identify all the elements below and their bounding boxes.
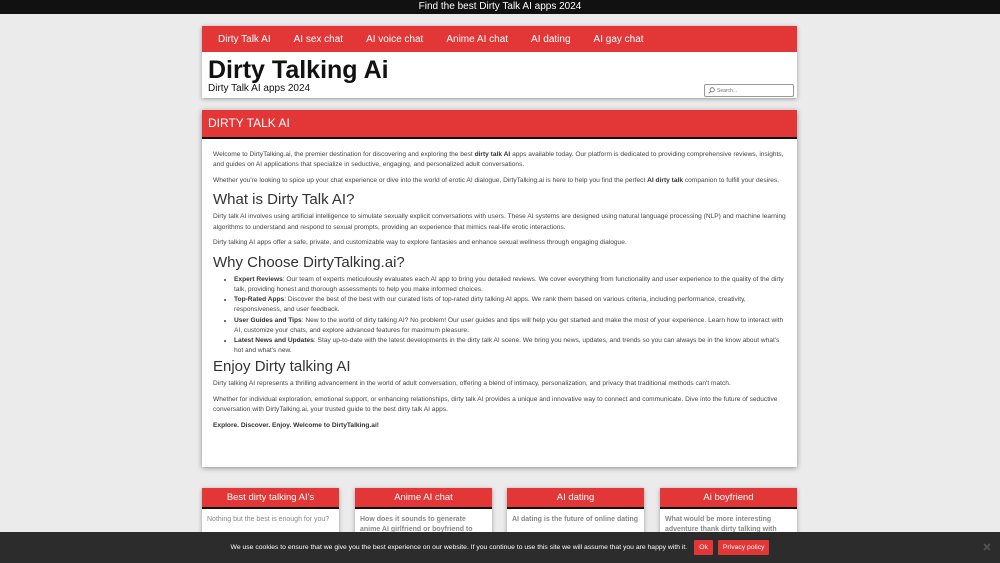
heading-what-is: What is Dirty Talk AI? [213, 191, 355, 209]
nav-item-ai-sex-chat[interactable]: AI sex chat [294, 34, 343, 45]
intro-paragraph-2: Whether you're looking to spice up your … [213, 176, 780, 184]
main-content-card: DIRTY TALK AI Welcome to DirtyTalking.ai… [202, 110, 797, 467]
card-title[interactable]: Anime AI chat [355, 488, 492, 509]
cookie-banner: We use cookies to ensure that we give yo… [0, 532, 1000, 563]
nav-item-ai-gay-chat[interactable]: AI gay chat [594, 34, 644, 45]
nav-item-dirty-talk-ai[interactable]: Dirty Talk AI [218, 34, 271, 45]
site-title[interactable]: Dirty Talking Ai [208, 55, 389, 85]
search-icon [708, 87, 715, 94]
list-item: Latest News and Updates: Stay up-to-date… [234, 336, 786, 356]
heading-enjoy: Enjoy Dirty talking AI [213, 358, 351, 376]
list-item: Expert Reviews: Our team of experts meti… [234, 275, 786, 295]
site-tagline: Dirty Talk AI apps 2024 [208, 83, 311, 94]
what-paragraph-2: Dirty talking AI apps offer a safe, priv… [213, 239, 627, 247]
list-item: User Guides and Tips: New to the world o… [234, 316, 786, 336]
top-announcement-text: Find the best Dirty Talk AI apps 2024 [418, 1, 582, 12]
intro-paragraph-1: Welcome to DirtyTalking.ai, the premier … [213, 151, 784, 169]
heading-why-choose: Why Choose DirtyTalking.ai? [213, 253, 405, 271]
enjoy-paragraph-1: Dirty talking AI represents a thrilling … [213, 380, 731, 388]
card-title[interactable]: Best dirty talking AI's [202, 488, 339, 509]
article-body: Welcome to DirtyTalking.ai, the premier … [202, 139, 797, 431]
privacy-policy-button[interactable]: Privacy policy [717, 540, 770, 555]
top-announcement-bar: Find the best Dirty Talk AI apps 2024 [0, 0, 1000, 14]
nav-item-ai-voice-chat[interactable]: AI voice chat [366, 34, 423, 45]
site-header: Dirty Talk AI AI sex chat AI voice chat … [202, 26, 797, 98]
list-item: Top-Rated Apps: Discover the best of the… [234, 295, 786, 315]
what-paragraph-1: Dirty talk AI involves using artificial … [213, 213, 786, 231]
main-nav: Dirty Talk AI AI sex chat AI voice chat … [202, 26, 797, 52]
nav-item-ai-dating[interactable]: AI dating [531, 34, 570, 45]
card-text: Nothing but the best is enough for you? [207, 516, 330, 523]
search-box[interactable] [704, 84, 794, 97]
main-heading: DIRTY TALK AI [202, 110, 797, 139]
enjoy-paragraph-2: Whether for individual exploration, emot… [213, 396, 778, 414]
nav-item-anime-ai-chat[interactable]: Anime AI chat [446, 34, 508, 45]
cookie-ok-button[interactable]: Ok [694, 540, 713, 555]
cookie-text: We use cookies to ensure that we give yo… [230, 544, 688, 551]
close-icon[interactable] [982, 542, 992, 552]
card-title[interactable]: Ai boyfriend [660, 488, 797, 509]
card-title[interactable]: AI dating [507, 488, 644, 509]
search-input[interactable] [715, 86, 787, 95]
closing-line: Explore. Discover. Enjoy. Welcome to Dir… [213, 421, 379, 429]
card-text: AI dating is the future of online dating [512, 516, 638, 523]
why-list: Expert Reviews: Our team of experts meti… [213, 275, 786, 357]
